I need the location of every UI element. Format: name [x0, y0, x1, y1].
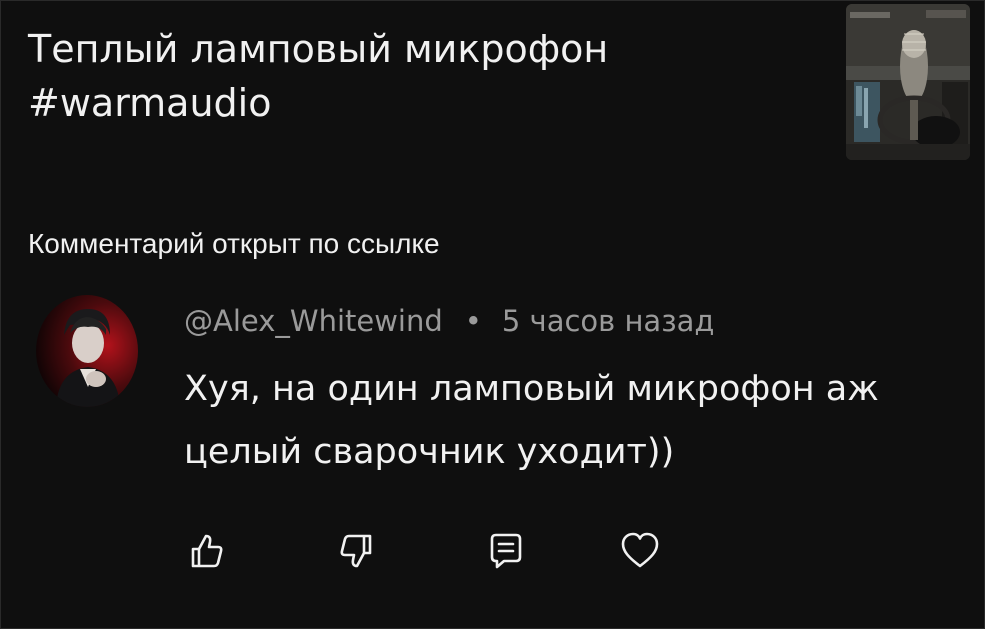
comment-actions: [0, 526, 985, 580]
meta-separator: •: [464, 304, 482, 338]
thumbs-up-icon: [191, 534, 223, 568]
microphone-thumbnail-image: [846, 4, 970, 160]
video-thumbnail[interactable]: [846, 4, 970, 160]
thumbs-down-icon: [340, 534, 372, 568]
heart-icon: [621, 532, 659, 568]
comment-author[interactable]: @Alex_Whitewind: [184, 304, 443, 338]
reply-button[interactable]: [481, 526, 531, 576]
video-title-line: Теплый ламповый микрофон: [28, 27, 609, 71]
avatar-image: [36, 295, 138, 407]
comment-text: Хуя, на один ламповый микрофон аж целый …: [184, 369, 879, 472]
dislike-button[interactable]: [332, 526, 382, 576]
video-title[interactable]: Теплый ламповый микрофон #warmaudio: [28, 22, 818, 130]
video-hashtag[interactable]: #warmaudio: [28, 81, 271, 125]
comment-timestamp[interactable]: 5 часов назад: [502, 304, 715, 338]
reply-icon: [490, 533, 522, 569]
linked-comment-label: Комментарий открыт по ссылке: [28, 228, 440, 259]
heart-button[interactable]: [615, 526, 665, 576]
avatar[interactable]: [36, 295, 138, 407]
like-button[interactable]: [181, 526, 231, 576]
comment-meta: @Alex_Whitewind • 5 часов назад: [184, 302, 714, 340]
